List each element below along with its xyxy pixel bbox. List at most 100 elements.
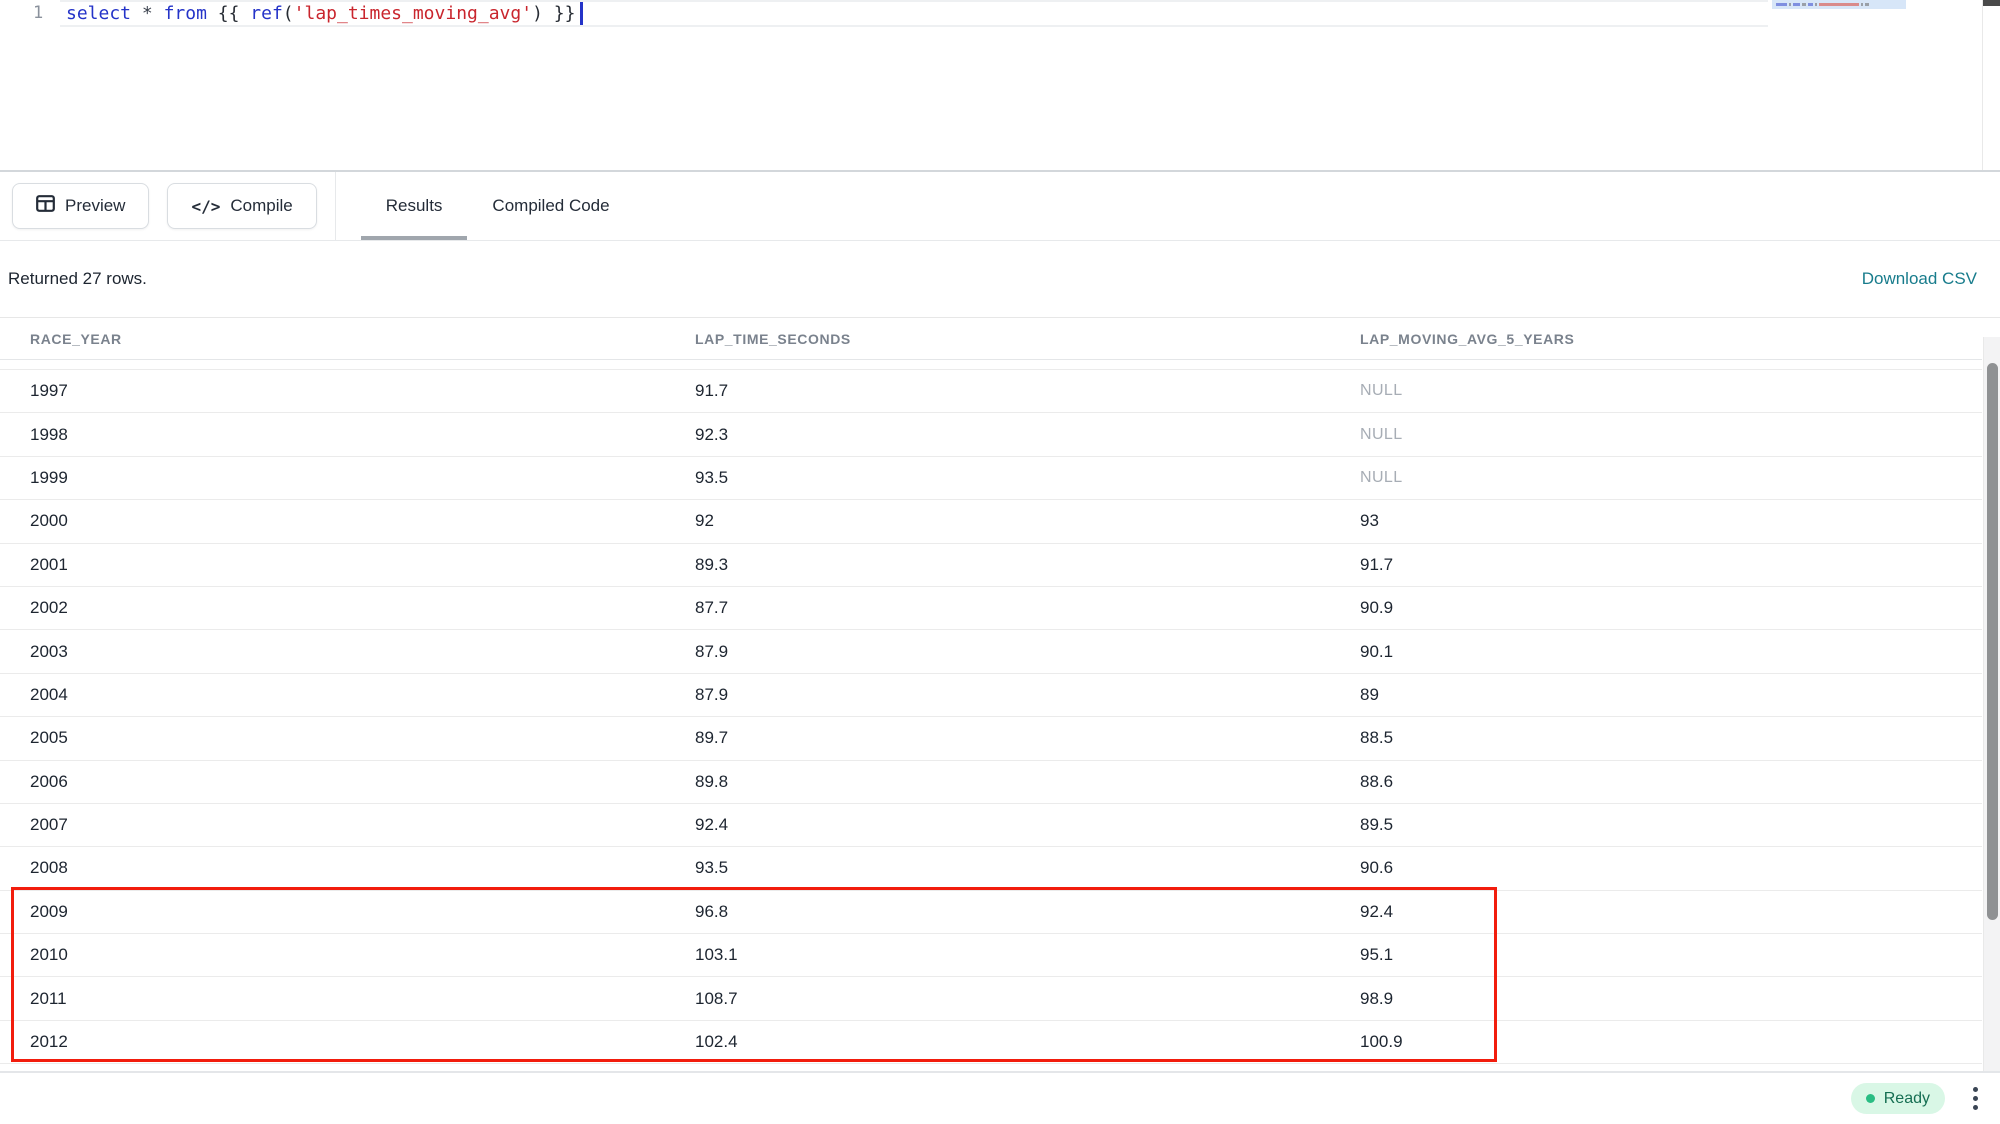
table-cell: 2001 — [0, 555, 665, 575]
table-cell: NULL — [1330, 382, 1982, 400]
editor-scrollbar-thumb[interactable] — [1983, 0, 2000, 6]
ready-status-badge[interactable]: Ready — [1851, 1083, 1945, 1114]
code-brackets-icon: </> — [191, 197, 220, 216]
table-row: 199791.7NULL — [0, 370, 1982, 413]
table-cell: 2010 — [0, 945, 665, 965]
table-row: 200996.892.4 — [0, 891, 1982, 934]
toolbar-divider — [335, 172, 336, 240]
compile-button[interactable]: </> Compile — [167, 183, 316, 229]
table-row: 2012102.4100.9 — [0, 1021, 1982, 1064]
table-cell: 2002 — [0, 598, 665, 618]
table-row: 200387.990.1 — [0, 630, 1982, 673]
table-cell: 90.9 — [1330, 598, 1982, 618]
table-row: 199892.3NULL — [0, 413, 1982, 456]
minimap-code-mark — [1793, 3, 1800, 6]
table-cell: 91.7 — [1330, 555, 1982, 575]
column-header-lap-time-seconds: LAP_TIME_SECONDS — [665, 331, 1330, 347]
minimap-code-mark — [1776, 3, 1787, 6]
minimap-code-mark — [1808, 3, 1813, 6]
table-cell: 92 — [665, 511, 1330, 531]
tab-compiled-code-label: Compiled Code — [492, 196, 609, 216]
minimap-code-mark — [1861, 3, 1863, 6]
table-cell: 93 — [1330, 511, 1982, 531]
table-cell: 2008 — [0, 858, 665, 878]
table-cell: 2004 — [0, 685, 665, 705]
table-cell: 102.4 — [665, 1032, 1330, 1052]
table-cell: 87.9 — [665, 642, 1330, 662]
table-row: 199993.5NULL — [0, 457, 1982, 500]
table-row: 200189.391.7 — [0, 544, 1982, 587]
preview-button[interactable]: Preview — [12, 183, 149, 229]
kebab-dot — [1973, 1096, 1978, 1101]
table-cell: 2005 — [0, 728, 665, 748]
table-row: 200487.989 — [0, 674, 1982, 717]
download-csv-link[interactable]: Download CSV — [1862, 269, 1977, 289]
table-cell: 87.9 — [665, 685, 1330, 705]
minimap-code-mark — [1802, 3, 1806, 6]
editor-minimap[interactable] — [1772, 0, 1982, 170]
dbt-ide-app: 1 select * from {{ ref('lap_times_moving… — [0, 0, 2000, 1124]
clipped-row-sliver — [0, 360, 1982, 370]
kebab-dot — [1973, 1105, 1978, 1110]
table-cell: 103.1 — [665, 945, 1330, 965]
table-cell: 92.4 — [1330, 902, 1982, 922]
table-row: 2011108.798.9 — [0, 977, 1982, 1020]
code-token: }} — [543, 3, 576, 24]
table-cell: 88.6 — [1330, 772, 1982, 792]
sql-editor[interactable]: 1 select * from {{ ref('lap_times_moving… — [0, 0, 2000, 170]
code-token — [131, 3, 142, 24]
table-header-row: RACE_YEAR LAP_TIME_SECONDS LAP_MOVING_AV… — [0, 318, 1982, 360]
tab-compiled-code[interactable]: Compiled Code — [467, 172, 634, 240]
table-row: 20009293 — [0, 500, 1982, 543]
table-cell: 2012 — [0, 1032, 665, 1052]
table-row: 200893.590.6 — [0, 847, 1982, 890]
ready-status-label: Ready — [1884, 1090, 1930, 1108]
table-body: 199791.7NULL199892.3NULL199993.5NULL2000… — [0, 360, 1982, 1064]
tab-results-label: Results — [386, 196, 443, 216]
table-cell: 1997 — [0, 381, 665, 401]
results-scrollbar-thumb[interactable] — [1987, 363, 1998, 920]
green-status-dot — [1866, 1094, 1875, 1103]
code-token: ( — [283, 3, 294, 24]
editor-scrollbar-divider — [1982, 0, 1983, 170]
table-cell: 92.4 — [665, 815, 1330, 835]
minimap-viewport — [1772, 0, 1906, 9]
table-cell: 1998 — [0, 425, 665, 445]
results-status-row: Returned 27 rows. Download CSV — [0, 241, 2000, 318]
code-token: ref — [250, 3, 283, 24]
code-token: from — [164, 3, 207, 24]
table-cell: 89.3 — [665, 555, 1330, 575]
row-count-status: Returned 27 rows. — [8, 269, 147, 289]
table-cell: 108.7 — [665, 989, 1330, 1009]
table-cell: 96.8 — [665, 902, 1330, 922]
results-toolbar: Preview </> Compile Results Compiled Cod… — [0, 172, 2000, 241]
table-cell: 2000 — [0, 511, 665, 531]
tab-results[interactable]: Results — [361, 172, 468, 240]
column-header-race-year: RACE_YEAR — [0, 331, 665, 347]
table-cell: 1999 — [0, 468, 665, 488]
table-cell: 93.5 — [665, 468, 1330, 488]
table-row: 200287.790.9 — [0, 587, 1982, 630]
code-line[interactable]: select * from {{ ref('lap_times_moving_a… — [66, 2, 575, 26]
table-cell: NULL — [1330, 469, 1982, 487]
results-scrollbar-track[interactable] — [1983, 337, 2000, 1071]
table-cell: 100.9 — [1330, 1032, 1982, 1052]
code-token: {{ — [207, 3, 250, 24]
table-cell: 2003 — [0, 642, 665, 662]
table-cell: 90.1 — [1330, 642, 1982, 662]
code-token: * — [142, 3, 153, 24]
table-cell: 91.7 — [665, 381, 1330, 401]
minimap-code-mark — [1819, 3, 1859, 6]
table-cell: 95.1 — [1330, 945, 1982, 965]
kebab-menu-button[interactable] — [1967, 1082, 1984, 1115]
minimap-code-mark — [1865, 3, 1869, 6]
table-cell: 2007 — [0, 815, 665, 835]
table-row: 200689.888.6 — [0, 761, 1982, 804]
code-token: 'lap_times_moving_avg' — [294, 3, 532, 24]
table-cell: 89.8 — [665, 772, 1330, 792]
line-number: 1 — [33, 3, 43, 23]
table-cell: 89 — [1330, 685, 1982, 705]
table-cell: 92.3 — [665, 425, 1330, 445]
table-cell: 2006 — [0, 772, 665, 792]
table-cell: NULL — [1330, 426, 1982, 444]
